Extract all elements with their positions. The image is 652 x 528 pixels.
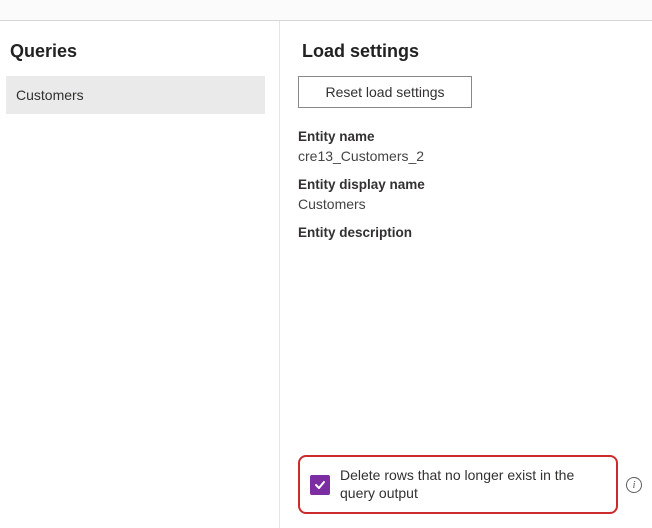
info-icon[interactable]: i xyxy=(626,477,642,493)
entity-display-name-value: Customers xyxy=(298,196,642,212)
delete-rows-checkbox[interactable] xyxy=(310,475,330,495)
entity-display-name-field: Entity display name Customers xyxy=(298,177,642,212)
checkmark-icon xyxy=(314,479,326,491)
query-item-customers[interactable]: Customers xyxy=(6,76,265,114)
entity-name-value: cre13_Customers_2 xyxy=(298,148,642,164)
bottom-section: Delete rows that no longer exist in the … xyxy=(298,455,642,520)
delete-rows-label: Delete rows that no longer exist in the … xyxy=(340,467,604,502)
load-settings-heading: Load settings xyxy=(298,37,642,74)
delete-rows-option[interactable]: Delete rows that no longer exist in the … xyxy=(298,455,618,514)
reset-load-settings-button[interactable]: Reset load settings xyxy=(298,76,472,108)
entity-name-field: Entity name cre13_Customers_2 xyxy=(298,129,642,164)
main-area: Queries Customers Load settings Reset lo… xyxy=(0,21,652,528)
load-settings-panel: Load settings Reset load settings Entity… xyxy=(280,21,652,528)
queries-heading: Queries xyxy=(6,37,265,74)
entity-description-field: Entity description xyxy=(298,225,642,244)
query-item-label: Customers xyxy=(16,87,84,103)
entity-description-label: Entity description xyxy=(298,225,642,240)
entity-name-label: Entity name xyxy=(298,129,642,144)
queries-panel: Queries Customers xyxy=(0,21,280,528)
entity-display-name-label: Entity display name xyxy=(298,177,642,192)
top-bar xyxy=(0,0,652,21)
